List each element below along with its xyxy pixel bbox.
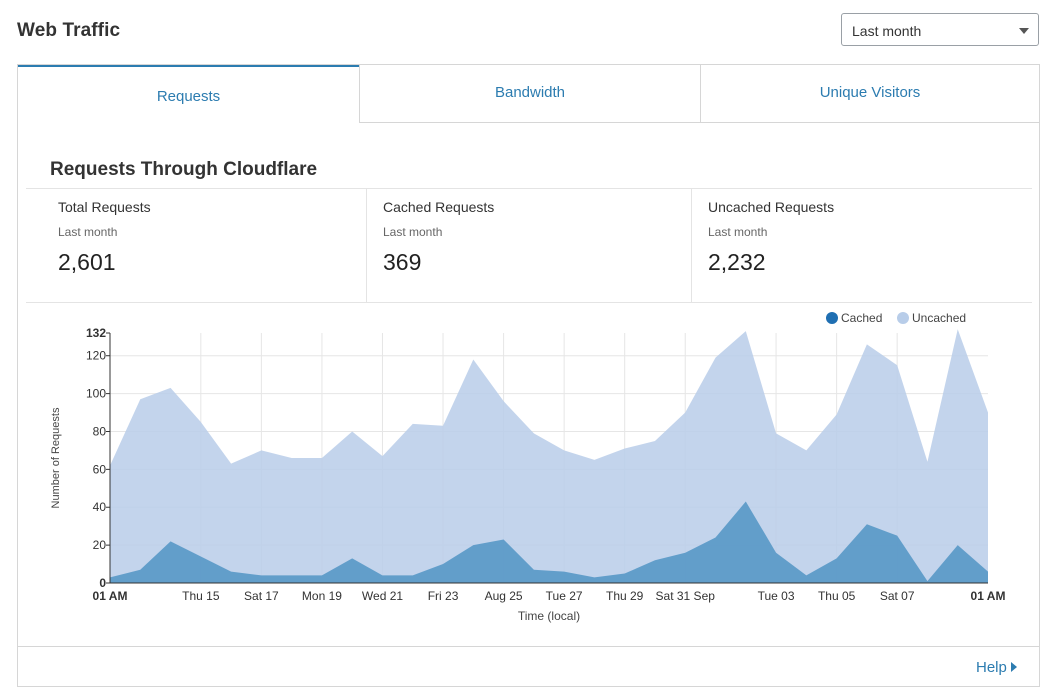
stat-label: Total Requests	[58, 199, 151, 215]
stat-value: 369	[383, 249, 422, 275]
help-label: Help	[976, 659, 1007, 676]
x-tick-label: Sat 17	[244, 589, 279, 603]
y-tick-label: 0	[99, 576, 106, 590]
x-tick-label: 01 AM	[971, 589, 1006, 603]
x-tick-label: Sat 31 Sep	[656, 589, 716, 603]
x-tick-label: Mon 19	[302, 589, 342, 603]
x-tick-label: Sat 07	[880, 589, 915, 603]
stat-total-requests: Total Requests Last month 2,601	[58, 199, 151, 276]
caret-right-icon	[1010, 662, 1017, 672]
x-tick-label: Tue 03	[758, 589, 795, 603]
y-tick-label: 100	[86, 387, 106, 401]
stat-period: Last month	[58, 225, 118, 239]
y-tick-label: 120	[86, 349, 106, 363]
date-range-select[interactable]: Last month	[841, 13, 1039, 46]
x-tick-label: Aug 25	[485, 589, 523, 603]
x-tick-label: Tue 27	[546, 589, 583, 603]
x-tick-label: Thu 29	[606, 589, 644, 603]
x-axis-title: Time (local)	[518, 609, 580, 623]
divider	[366, 189, 367, 302]
divider	[26, 302, 1032, 303]
chevron-down-icon	[1019, 28, 1029, 34]
stat-uncached-requests: Uncached Requests Last month 2,232	[708, 199, 834, 276]
tab-bar: Requests Bandwidth Unique Visitors	[18, 65, 1039, 123]
stat-period: Last month	[708, 225, 768, 239]
tab-unique-visitors[interactable]: Unique Visitors	[700, 65, 1039, 123]
y-tick-label: 80	[93, 424, 107, 438]
help-link[interactable]: Help	[976, 659, 1017, 676]
stat-cached-requests: Cached Requests Last month 369	[383, 199, 494, 276]
page-title: Web Traffic	[17, 20, 121, 41]
tab-requests[interactable]: Requests	[18, 65, 359, 123]
footer-divider	[18, 646, 1039, 647]
y-axis-title: Number of Requests	[50, 407, 62, 508]
date-range-value: Last month	[852, 23, 922, 39]
stat-value: 2,232	[708, 249, 766, 275]
x-tick-label: Wed 21	[362, 589, 403, 603]
traffic-card: Requests Bandwidth Unique Visitors Reque…	[17, 64, 1040, 687]
tab-bandwidth[interactable]: Bandwidth	[359, 65, 700, 123]
x-tick-label: Thu 15	[182, 589, 220, 603]
x-tick-label: Fri 23	[428, 589, 459, 603]
stat-value: 2,601	[58, 249, 116, 275]
y-tick-label: 60	[93, 462, 107, 476]
x-tick-label: Thu 05	[818, 589, 856, 603]
divider	[26, 188, 1032, 189]
stat-label: Cached Requests	[383, 199, 495, 215]
y-tick-label: 20	[93, 538, 107, 552]
stat-period: Last month	[383, 225, 443, 239]
y-tick-label: 132	[86, 326, 106, 340]
requests-chart: 0 20 40 60 80 100 120 132 01 AM Thu 15 Sat 17 Mon 1…	[50, 326, 1006, 623]
y-tick-label: 40	[93, 500, 107, 514]
x-tick-label: 01 AM	[93, 589, 128, 603]
panel-title: Requests Through Cloudflare	[50, 159, 318, 180]
divider	[691, 189, 692, 302]
stat-label: Uncached Requests	[708, 199, 835, 215]
